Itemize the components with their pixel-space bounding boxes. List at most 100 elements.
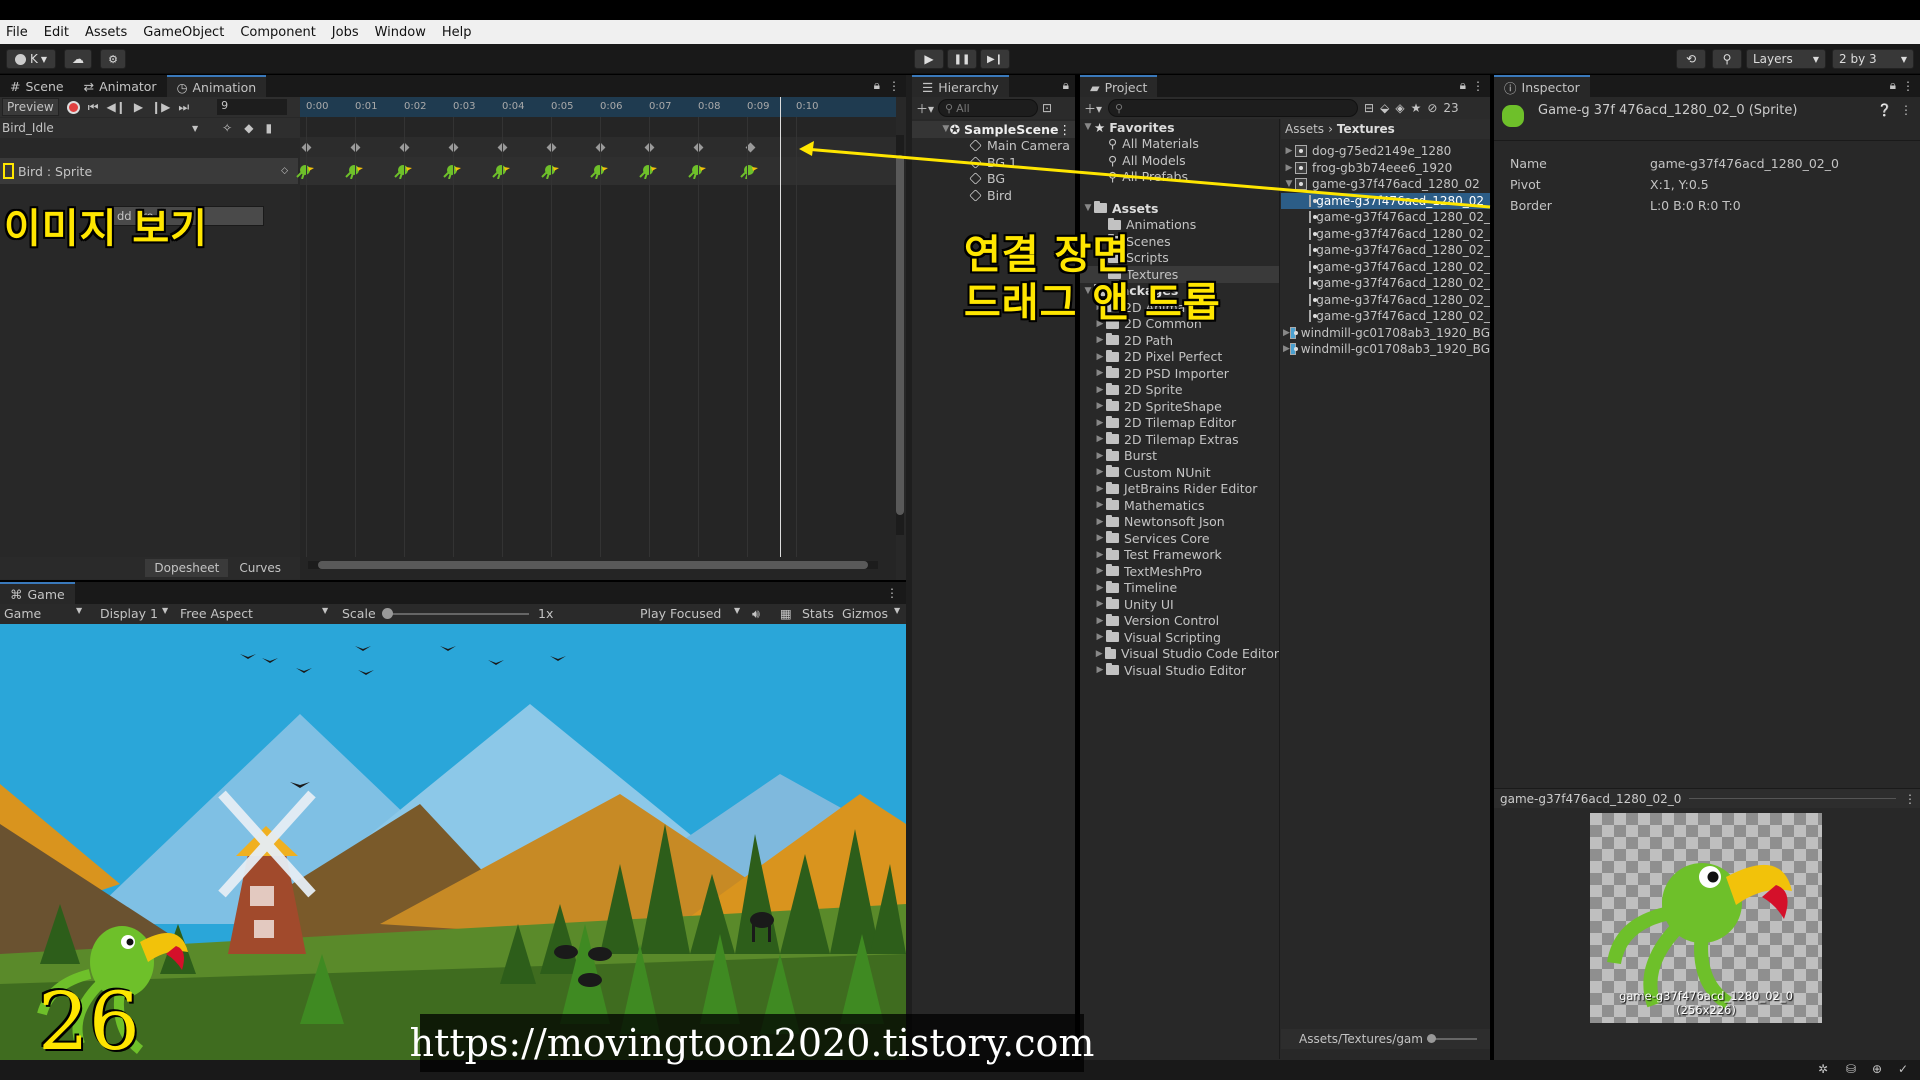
add-event-icon[interactable]: ▮	[265, 121, 272, 135]
package-folder[interactable]: ▶ 2D Sprite	[1080, 382, 1279, 399]
last-keyframe-icon[interactable]: ⏭	[178, 100, 189, 115]
project-file-item[interactable]: game-g37f476acd_1280_02_	[1281, 308, 1490, 325]
package-folder[interactable]: ▶ 2D Tilemap Editor	[1080, 415, 1279, 432]
playhead[interactable]	[780, 97, 781, 557]
preview-toggle[interactable]: Preview	[2, 98, 59, 116]
timeline-area[interactable]: 0:00 0:01 0:02 0:03 0:04 0:05 0:06 0:07 0:08 0:09…	[296, 97, 896, 580]
dopesheet-tab[interactable]: Dopesheet	[145, 559, 229, 577]
collab-button[interactable]: ⚙	[100, 49, 126, 69]
kebab-menu-icon[interactable]: ⋮	[886, 586, 898, 600]
package-folder[interactable]: ▶ JetBrains Rider Editor	[1080, 481, 1279, 498]
package-folder[interactable]: ▶ Timeline	[1080, 580, 1279, 597]
cloud-button[interactable]: ☁	[64, 49, 92, 69]
menu-gameobject[interactable]: GameObject	[143, 25, 224, 40]
kebab-menu-icon[interactable]: ⋮	[1059, 122, 1072, 137]
network-icon[interactable]: ⊕	[1872, 1062, 1882, 1076]
kebab-menu-icon[interactable]: ⋮	[1904, 792, 1916, 806]
kebab-menu-icon[interactable]: ⋮	[888, 79, 900, 93]
stats-button[interactable]: Stats	[802, 606, 834, 621]
kebab-menu-icon[interactable]: ⋮	[1472, 79, 1484, 93]
tab-animation[interactable]: ◷ Animation	[166, 75, 267, 97]
next-keyframe-icon[interactable]: ❙▶	[151, 100, 170, 114]
account-button[interactable]: K ▼	[6, 49, 56, 69]
help-icon[interactable]: ❔	[1877, 103, 1892, 117]
label-icon[interactable]: ◈	[1395, 101, 1404, 115]
step-button[interactable]: ▶❙	[980, 49, 1010, 69]
tab-inspector[interactable]: ⓘ Inspector	[1494, 75, 1590, 97]
favorites-header[interactable]: ▼ ★ Favorites	[1080, 119, 1279, 136]
record-button[interactable]	[66, 100, 80, 114]
star-icon[interactable]: ★	[1411, 101, 1422, 115]
display-dropdown[interactable]: Display 1	[100, 606, 158, 621]
hierarchy-item[interactable]: BG	[912, 171, 1075, 188]
scene-row[interactable]: ▼ ✪ SampleScene ⋮	[912, 121, 1075, 138]
favorite-item[interactable]: ⚲ All Materials	[1080, 136, 1279, 153]
package-folder[interactable]: ▶ Visual Studio Code Editor	[1080, 646, 1279, 663]
menu-jobs[interactable]: Jobs	[332, 25, 359, 40]
play-focused-dropdown[interactable]: Play Focused	[640, 606, 721, 621]
project-file-item[interactable]: ▶ frog-gb3b74eee6_1920	[1281, 160, 1490, 177]
assets-header[interactable]: ▼ Assets	[1080, 200, 1279, 217]
hidden-count-icon[interactable]: ⊘	[1427, 101, 1437, 115]
kebab-menu-icon[interactable]: ⋮	[1900, 103, 1912, 117]
keyframe-add-icon[interactable]: ✧	[222, 121, 232, 135]
layout-dropdown[interactable]: 2 by 3 ▼	[1832, 49, 1914, 69]
package-folder[interactable]: ▶ TextMeshPro	[1080, 563, 1279, 580]
project-file-item[interactable]: game-g37f476acd_1280_02_	[1281, 192, 1490, 209]
horizontal-scrollbar[interactable]	[308, 561, 878, 569]
package-folder[interactable]: ▶ Version Control	[1080, 613, 1279, 630]
project-file-item[interactable]: game-g37f476acd_1280_02_	[1281, 259, 1490, 276]
kebab-menu-icon[interactable]: ⋮	[1902, 79, 1914, 93]
filter-type-icon[interactable]: ⊟	[1364, 101, 1374, 115]
menu-assets[interactable]: Assets	[85, 25, 127, 40]
first-keyframe-icon[interactable]: ⏮	[88, 100, 99, 115]
frame-field[interactable]: 9	[217, 99, 288, 115]
tab-scene[interactable]: # Scene	[0, 75, 74, 97]
tab-game[interactable]: ⌘ Game	[0, 582, 75, 604]
menu-window[interactable]: Window	[375, 25, 426, 40]
scale-slider-handle[interactable]	[382, 608, 393, 619]
cache-icon[interactable]: ⛁	[1846, 1062, 1856, 1076]
scroll-thumb[interactable]	[318, 561, 868, 569]
breadcrumb-assets[interactable]: Assets	[1285, 122, 1324, 136]
tab-hierarchy[interactable]: ☰ Hierarchy	[912, 75, 1009, 97]
package-folder[interactable]: ▶ Newtonsoft Json	[1080, 514, 1279, 531]
game-view-dropdown[interactable]: Game	[4, 606, 41, 621]
prev-keyframe-icon[interactable]: ◀❙	[107, 100, 126, 114]
add-icon[interactable]: ＋▾	[1084, 100, 1102, 117]
package-folder[interactable]: ▶ 2D SpriteShape	[1080, 398, 1279, 415]
package-folder[interactable]: ▶ Visual Scripting	[1080, 629, 1279, 646]
gizmos-dropdown[interactable]: Gizmos	[842, 606, 888, 621]
menu-help[interactable]: Help	[442, 25, 472, 40]
tab-project[interactable]: ▰ Project	[1080, 75, 1158, 97]
package-folder[interactable]: ▶ Test Framework	[1080, 547, 1279, 564]
thumbnail-size-slider[interactable]	[1426, 1034, 1477, 1043]
project-file-item[interactable]: game-g37f476acd_1280_02_	[1281, 226, 1490, 243]
property-row[interactable]: Bird : Sprite ◇	[0, 158, 298, 184]
grid-icon[interactable]: ▦	[780, 606, 792, 621]
add-icon[interactable]: ＋▾	[916, 100, 934, 117]
bug-icon[interactable]: ✲	[1818, 1062, 1828, 1076]
project-file-item[interactable]: ▶ dog-g75ed2149e_1280	[1281, 143, 1490, 160]
time-ruler[interactable]: 0:00 0:01 0:02 0:03 0:04 0:05 0:06 0:07 0:08 0:09…	[300, 97, 896, 117]
play-icon[interactable]: ▶	[134, 100, 143, 114]
pause-button[interactable]: ❚❚	[947, 49, 977, 69]
project-file-item[interactable]: game-g37f476acd_1280_02_	[1281, 292, 1490, 309]
tab-animator[interactable]: ⇄ Animator	[74, 75, 167, 97]
scene-search-icon[interactable]: ⊡	[1042, 101, 1052, 115]
favorite-item[interactable]: ⚲ All Models	[1080, 152, 1279, 169]
hierarchy-item[interactable]: Main Camera	[912, 138, 1075, 155]
menu-file[interactable]: File	[6, 25, 28, 40]
add-keyframe-icon[interactable]: ◆	[244, 121, 253, 135]
check-icon[interactable]: ✓	[1898, 1062, 1908, 1076]
scroll-thumb[interactable]	[896, 155, 904, 515]
play-button[interactable]: ▶	[914, 49, 944, 69]
sprite-preview[interactable]: game-g37f476acd_1280_02_0 (256x226)	[1590, 813, 1822, 1023]
vertical-scrollbar-track[interactable]	[896, 135, 904, 535]
project-file-item[interactable]: ▶ windmill-gc01708ab3_1920_BG	[1281, 341, 1490, 358]
hierarchy-item[interactable]: BG 1	[912, 154, 1075, 171]
speaker-icon[interactable]: 🔊︎	[752, 606, 760, 622]
lock-icon[interactable]: 🔒︎	[1890, 78, 1896, 93]
clip-dropdown[interactable]: Bird_Idle	[2, 121, 192, 135]
lock-icon[interactable]: 🔒︎	[1063, 78, 1069, 93]
